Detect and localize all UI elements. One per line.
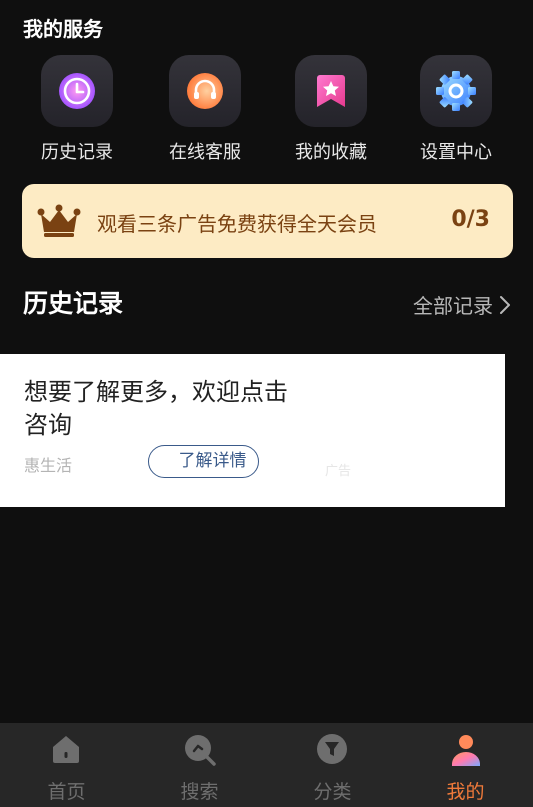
- ad-source: 惠生活: [24, 456, 73, 475]
- history-clock-icon: [59, 73, 95, 109]
- service-support[interactable]: 在线客服: [160, 55, 250, 165]
- service-label: 在线客服: [169, 142, 241, 163]
- services-title: 我的服务: [23, 17, 103, 41]
- home-icon: [53, 736, 79, 763]
- tab-label: 搜索: [180, 781, 219, 803]
- tab-label: 我的: [446, 781, 485, 803]
- ad-headline: 想要了解更多，欢迎点击咨询: [24, 378, 288, 439]
- support-tile: [169, 55, 241, 127]
- chevron-right-icon: [500, 295, 510, 314]
- settings-tile: [420, 55, 492, 127]
- service-history[interactable]: 历史记录: [32, 55, 122, 165]
- search-icon: [185, 735, 216, 766]
- ad-learn-more-button[interactable]: 了解详情: [148, 445, 259, 478]
- ad-card[interactable]: 想要了解更多，欢迎点击咨询 惠生活 了解详情 广告: [0, 354, 505, 507]
- favorites-tile: [295, 55, 367, 127]
- banner-progress-count: 0/3: [451, 207, 490, 232]
- services-grid: 历史记录 在线客服 我的收藏 设置中心: [0, 55, 533, 165]
- service-favorites[interactable]: 我的收藏: [286, 55, 376, 165]
- tab-label: 分类: [313, 781, 352, 803]
- banner-text: 观看三条广告免费获得全天会员: [97, 212, 377, 236]
- view-all-history-link[interactable]: 全部记录: [413, 290, 511, 319]
- service-label: 我的收藏: [295, 142, 367, 163]
- service-settings[interactable]: 设置中心: [411, 55, 501, 165]
- history-tile: [41, 55, 113, 127]
- service-label: 历史记录: [41, 142, 113, 163]
- bottom-tab-bar: 首页 搜索 分类 我的: [0, 723, 533, 807]
- tab-category[interactable]: 分类: [266, 723, 399, 807]
- ad-tag: 广告: [325, 464, 352, 479]
- gear-settings-icon: [436, 71, 476, 111]
- service-label: 设置中心: [420, 142, 492, 163]
- profile-user-icon: [452, 735, 480, 766]
- crown-icon: [37, 204, 81, 237]
- headset-support-icon: [187, 73, 223, 109]
- membership-banner[interactable]: 观看三条广告免费获得全天会员 0/3: [22, 184, 513, 258]
- tab-label: 首页: [47, 781, 86, 803]
- tab-search[interactable]: 搜索: [133, 723, 266, 807]
- tab-home[interactable]: 首页: [0, 723, 133, 807]
- history-title: 历史记录: [23, 289, 124, 318]
- category-filter-icon: [317, 734, 347, 764]
- bookmark-star-icon: [317, 75, 345, 107]
- view-all-label: 全部记录: [413, 294, 493, 318]
- tab-mine[interactable]: 我的: [399, 723, 532, 807]
